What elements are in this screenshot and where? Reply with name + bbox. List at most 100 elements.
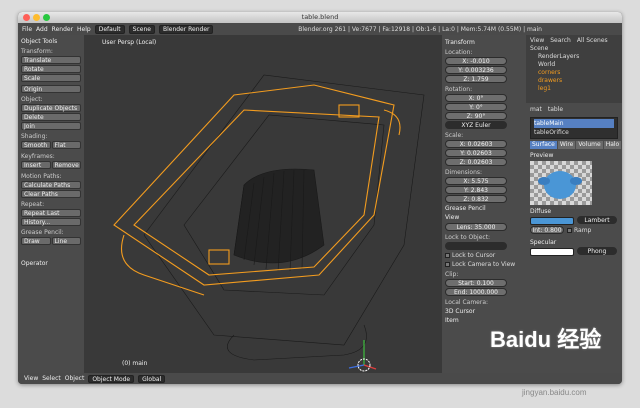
window-controls — [23, 14, 50, 21]
menu-add[interactable]: Add — [36, 26, 48, 33]
view-menu[interactable]: View — [24, 375, 38, 382]
insert-keyframe-button[interactable]: Insert — [21, 161, 51, 169]
view-panel-header[interactable]: View — [445, 214, 523, 221]
material-slots-list[interactable]: tableMain tableOrifice — [530, 117, 618, 139]
tab-volume[interactable]: Volume — [576, 141, 603, 149]
diffuse-intensity-field[interactable]: Int: 0.800 — [530, 226, 564, 234]
tab-halo[interactable]: Halo — [603, 141, 622, 149]
menu-help[interactable]: Help — [77, 26, 91, 33]
smooth-button[interactable]: Smooth — [21, 141, 51, 149]
dimension-z-field[interactable]: Z: 0.832 — [445, 195, 507, 203]
outliner-item-corners[interactable]: corners — [530, 69, 618, 77]
select-menu[interactable]: Select — [42, 375, 61, 382]
menu-file[interactable]: File — [22, 26, 32, 33]
render-engine-selector[interactable]: Blender Render — [158, 24, 214, 34]
delete-button[interactable]: Delete — [21, 113, 81, 121]
operator-panel-header[interactable]: Operator — [21, 260, 81, 267]
menu-render[interactable]: Render — [52, 26, 73, 33]
diffuse-shader-select[interactable]: Lambert — [577, 216, 617, 224]
diffuse-ramp-checkbox[interactable]: Ramp — [567, 227, 591, 234]
location-y-field[interactable]: Y: 0.003236 — [445, 66, 507, 74]
scale-y-field[interactable]: Y: 0.02603 — [445, 149, 507, 157]
duplicate-objects-button[interactable]: Duplicate Objects — [21, 104, 81, 112]
material-preview — [530, 161, 592, 205]
transform-panel-header[interactable]: Transform — [445, 39, 523, 46]
outliner-item-drawers[interactable]: drawers — [530, 77, 618, 85]
scale-button[interactable]: Scale — [21, 74, 81, 82]
diffuse-panel-header[interactable]: Diffuse — [530, 208, 618, 215]
tool-shelf: Object Tools Transform: Translate Rotate… — [18, 35, 84, 373]
object-tools-header[interactable]: Object Tools — [21, 38, 81, 45]
material-slot-tableorifice[interactable]: tableOrifice — [534, 128, 614, 137]
breadcrumb-table[interactable]: table — [548, 105, 563, 115]
location-x-field[interactable]: X: -0.010 — [445, 57, 507, 65]
lock-to-cursor-checkbox[interactable]: Lock to Cursor — [445, 252, 523, 259]
rotate-button[interactable]: Rotate — [21, 65, 81, 73]
diffuse-color-swatch[interactable] — [530, 216, 574, 225]
outliner-scene[interactable]: Scene — [530, 45, 618, 53]
orientation-selector[interactable]: Global — [138, 374, 166, 383]
draw-button[interactable]: Draw — [21, 237, 51, 245]
outliner-world[interactable]: World — [530, 61, 618, 69]
mode-selector[interactable]: Object Mode — [88, 374, 135, 383]
3d-cursor-panel-header[interactable]: 3D Cursor — [445, 308, 523, 315]
monkey-preview-icon — [538, 171, 582, 199]
rotation-z-field[interactable]: Z: 90° — [445, 112, 507, 120]
object-menu[interactable]: Object — [65, 375, 85, 382]
scale-z-field[interactable]: Z: 0.02603 — [445, 158, 507, 166]
dimension-y-field[interactable]: Y: 2.843 — [445, 186, 507, 194]
grease-pencil-panel-header[interactable]: Grease Pencil — [445, 205, 523, 212]
scale-x-field[interactable]: X: 0.02603 — [445, 140, 507, 148]
breadcrumb-mat[interactable]: mat — [530, 105, 542, 115]
rotation-mode-select[interactable]: XYZ Euler — [445, 121, 507, 129]
lock-to-object-label: Lock to Object: — [445, 234, 491, 241]
outliner-search-menu[interactable]: Search — [550, 37, 571, 45]
local-camera-label: Local Camera: — [445, 299, 489, 306]
tab-surface[interactable]: Surface — [530, 141, 557, 149]
minimize-window-icon[interactable] — [33, 14, 40, 21]
table-wireframe[interactable] — [84, 35, 442, 373]
zoom-window-icon[interactable] — [43, 14, 50, 21]
outliner-view-menu[interactable]: View — [530, 37, 544, 45]
history-button[interactable]: History... — [21, 218, 81, 226]
preview-panel-header[interactable]: Preview — [530, 152, 618, 159]
specular-panel-header[interactable]: Specular — [530, 239, 618, 246]
material-slot-tablemain[interactable]: tableMain — [534, 119, 614, 128]
transform-gizmo[interactable] — [348, 340, 377, 372]
outliner-item-leg1[interactable]: leg1 — [530, 85, 618, 93]
specular-shader-select[interactable]: Phong — [577, 247, 617, 255]
lens-field[interactable]: Lens: 35.000 — [445, 223, 507, 231]
outliner-display-mode[interactable]: All Scenes — [577, 37, 608, 45]
close-window-icon[interactable] — [23, 14, 30, 21]
location-z-field[interactable]: Z: 1.759 — [445, 75, 507, 83]
object-label: Object: — [21, 96, 43, 103]
remove-keyframe-button[interactable]: Remove — [51, 161, 81, 169]
dimension-x-field[interactable]: X: 5.575 — [445, 177, 507, 185]
layout-selector[interactable]: Default — [94, 24, 125, 34]
grease-pencil-label: Grease Pencil: — [21, 229, 64, 236]
outliner: View Search All Scenes Scene RenderLayer… — [526, 35, 622, 103]
repeat-label: Repeat: — [21, 201, 45, 208]
flat-button[interactable]: Flat — [51, 141, 81, 149]
outliner-render-layers[interactable]: RenderLayers — [530, 53, 618, 61]
calculate-paths-button[interactable]: Calculate Paths — [21, 181, 81, 189]
join-button[interactable]: Join — [21, 122, 81, 130]
rotation-x-field[interactable]: X: 0° — [445, 94, 507, 102]
scene-selector[interactable]: Scene — [128, 24, 155, 34]
rotation-y-field[interactable]: Y: 0° — [445, 103, 507, 111]
clip-label: Clip: — [445, 271, 459, 278]
translate-button[interactable]: Translate — [21, 56, 81, 64]
clip-end-field[interactable]: End: 1000.000 — [445, 288, 507, 296]
tab-wire[interactable]: Wire — [557, 141, 576, 149]
selected-handle-bottom — [208, 249, 230, 265]
3d-viewport[interactable]: User Persp (Local) (0) main — [84, 35, 442, 373]
clip-start-field[interactable]: Start: 0.100 — [445, 279, 507, 287]
clear-paths-button[interactable]: Clear Paths — [21, 190, 81, 198]
material-type-tabs: Surface Wire Volume Halo — [530, 141, 622, 149]
line-button[interactable]: Line — [51, 237, 81, 245]
repeat-last-button[interactable]: Repeat Last — [21, 209, 81, 217]
specular-color-swatch[interactable] — [530, 247, 574, 256]
origin-button[interactable]: Origin — [21, 85, 81, 93]
lock-camera-checkbox[interactable]: Lock Camera to View — [445, 261, 523, 268]
lock-object-field[interactable] — [445, 242, 507, 250]
